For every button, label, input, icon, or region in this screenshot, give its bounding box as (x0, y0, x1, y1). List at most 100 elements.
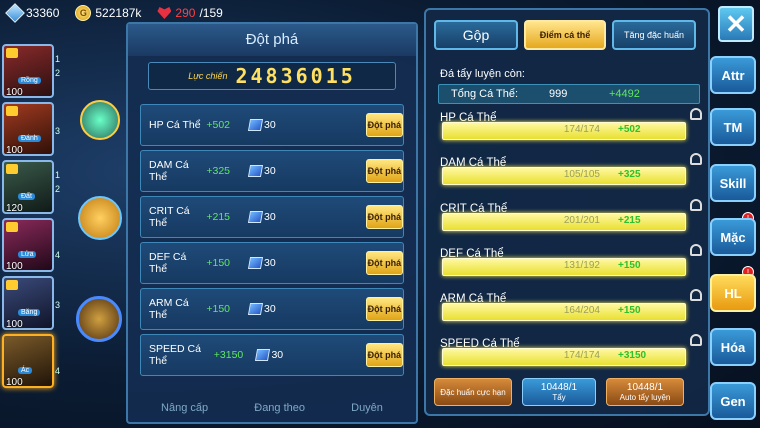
close-button[interactable]: ✕ (718, 6, 754, 42)
stone-icon (247, 119, 264, 131)
affinity-tab[interactable]: Duyên (351, 402, 383, 414)
hero-card[interactable]: Lửa 100 4 (2, 218, 60, 272)
tab-individual-points[interactable]: Điểm cá thể (524, 20, 606, 50)
hero-list: Rồng 100 1 2 Đánh 100 3 Đất 120 1 2 Lửa … (2, 44, 62, 392)
unlock-icon[interactable] (690, 108, 702, 120)
hero-count: 4 (54, 250, 60, 260)
stone-cost: 30 (264, 165, 276, 177)
hero-level: 100 (6, 377, 23, 388)
diamond-icon (5, 3, 25, 23)
stat-row: HP Cá Thể 174/174 +502 (440, 108, 702, 140)
wash-button[interactable]: 10448/1 Tẩy (522, 378, 596, 406)
power-label: Lực chiến (188, 71, 228, 81)
stat-plus: +502 (206, 119, 231, 131)
stat-plus: +215 (618, 215, 641, 226)
hero-card-selected[interactable]: Ác 100 4 (2, 334, 60, 388)
breakthrough-button[interactable]: Đột phá (365, 159, 404, 183)
breakthrough-button[interactable]: Đột phá (365, 113, 404, 137)
side-tab-hl[interactable]: HL (710, 274, 756, 312)
hero-element-tag: Rồng (18, 77, 41, 84)
breakthrough-button[interactable]: Đột phá (365, 343, 404, 367)
hero-element-tag: Băng (18, 309, 41, 316)
breakthrough-button[interactable]: Đột phá (365, 251, 404, 275)
stat-row: CRIT Cá Thể 201/201 +215 (440, 199, 702, 231)
stat-row: ARM Cá Thể 164/204 +150 (440, 289, 702, 321)
unlock-icon[interactable] (690, 199, 702, 211)
tab-merge[interactable]: Gộp (434, 20, 518, 50)
upgrade-tab[interactable]: Nâng cấp (161, 402, 208, 414)
auto-wash-button[interactable]: 10448/1 Auto tẩy luyện (606, 378, 684, 406)
follow-tab[interactable]: Đang theo (254, 402, 305, 414)
unlock-icon[interactable] (690, 289, 702, 301)
hero-level: 100 (6, 319, 23, 330)
wash-count: 10448/1 (540, 382, 578, 393)
unlock-icon[interactable] (690, 334, 702, 346)
stat-plus: +150 (206, 303, 231, 315)
action-buttons: Đặc huấn cực hạn 10448/1 Tẩy 10448/1 Aut… (434, 378, 700, 406)
stat-value: 174/174 (563, 350, 600, 361)
energy-current: 290 (175, 6, 196, 20)
skill-orb-icon[interactable] (80, 100, 120, 140)
hero-level: 100 (6, 261, 23, 272)
hero-level: 120 (6, 203, 23, 214)
hero-count: 3 (54, 300, 60, 310)
hero-card[interactable]: Đánh 100 3 (2, 102, 60, 156)
stat-value: 131/192 (563, 260, 600, 271)
side-tab-attr[interactable]: Attr (710, 56, 756, 94)
lock-icon (6, 106, 18, 116)
heart-icon (157, 7, 172, 19)
hero-card[interactable]: Đất 120 1 2 (2, 160, 60, 214)
hero-element-tag: Đất (18, 193, 35, 200)
lock-icon (6, 222, 18, 232)
special-training-button[interactable]: Đặc huấn cực hạn (434, 378, 512, 406)
stat-name: DEF Cá Thể (149, 251, 187, 275)
hero-count: 3 (54, 126, 60, 136)
stat-plus: +3150 (618, 350, 647, 361)
stone-icon (247, 257, 264, 269)
power-value: 24836015 (235, 64, 356, 88)
gem-counter: 33360 (5, 3, 60, 23)
stat-plus: +325 (206, 165, 231, 177)
breakthrough-button[interactable]: Đột phá (365, 205, 404, 229)
lock-icon (6, 164, 18, 174)
stone-cost: 30 (264, 303, 276, 315)
side-tab-gen[interactable]: Gen (710, 382, 756, 420)
side-tab-hoa[interactable]: Hóa (710, 328, 756, 366)
stat-plus: +325 (618, 169, 641, 180)
unlock-icon[interactable] (690, 244, 702, 256)
unlock-icon[interactable] (690, 153, 702, 165)
side-tab-skill[interactable]: Skill (710, 164, 756, 202)
stat-value: 201/201 (563, 215, 600, 226)
combat-power: Lực chiến 24836015 (148, 62, 396, 90)
stat-name: SPEED Cá Thể (149, 343, 201, 367)
stat-name: HP Cá Thể (149, 119, 201, 131)
energy-counter: 290/159 (157, 6, 223, 20)
stat-row: SPEED Cá Thể 174/174 +3150 (440, 334, 702, 366)
stat-name: CRIT Cá Thể (149, 205, 190, 229)
tab-special-training[interactable]: Tăng đặc huấn (612, 20, 696, 50)
hero-card[interactable]: Rồng 100 1 2 (2, 44, 60, 98)
total-row: Tổng Cá Thể: 999 +4492 (438, 84, 700, 104)
individual-stats-panel: Gộp Điểm cá thể Tăng đặc huấn Đá tẩy luy… (424, 8, 710, 416)
hero-card[interactable]: Băng 100 3 (2, 276, 60, 330)
gear-wheel-icon[interactable] (76, 296, 122, 342)
auto-wash-label: Auto tẩy luyện (619, 393, 671, 402)
gem-value: 33360 (26, 6, 60, 20)
stone-icon (247, 165, 264, 177)
breakthrough-row: CRIT Cá Thể +215 30 Đột phá (140, 196, 404, 238)
panel-title: Đột phá (128, 24, 416, 56)
breakthrough-row: ARM Cá Thể +150 30 Đột phá (140, 288, 404, 330)
side-tab-mac[interactable]: Mặc (710, 218, 756, 256)
bag-icon[interactable] (78, 196, 122, 240)
breakthrough-row: DAM Cá Thể +325 30 Đột phá (140, 150, 404, 192)
side-tab-tm[interactable]: TM (710, 108, 756, 146)
hero-count: 1 (54, 170, 60, 180)
stat-row: DEF Cá Thể 131/192 +150 (440, 244, 702, 276)
stat-plus: +150 (618, 305, 641, 316)
bottom-tabs: Nâng cấp Đang theo Duyên (138, 402, 406, 414)
breakthrough-button[interactable]: Đột phá (365, 297, 404, 321)
total-label: Tổng Cá Thể: (451, 88, 519, 100)
stat-row: DAM Cá Thể 105/105 +325 (440, 153, 702, 185)
stat-plus: +3150 (213, 349, 244, 361)
stat-plus: +502 (618, 124, 641, 135)
